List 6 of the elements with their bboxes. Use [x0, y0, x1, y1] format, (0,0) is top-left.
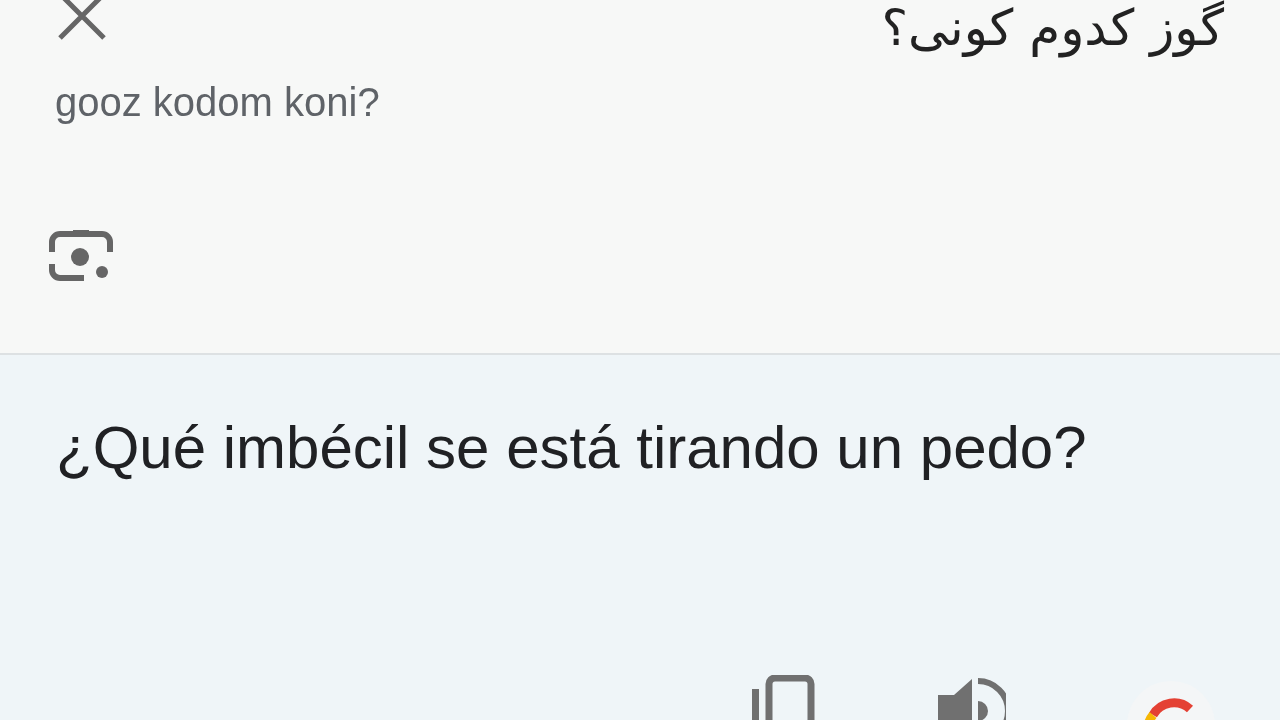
translation-text: ¿Qué imbécil se está tirando un pedo?	[56, 413, 1088, 483]
source-text: گوز کدوم کونی؟	[881, 0, 1224, 60]
copy-icon[interactable]	[752, 675, 818, 720]
transliteration: gooz kodom koni?	[55, 80, 381, 125]
speaker-icon[interactable]	[938, 675, 1006, 720]
close-icon[interactable]	[56, 0, 108, 42]
